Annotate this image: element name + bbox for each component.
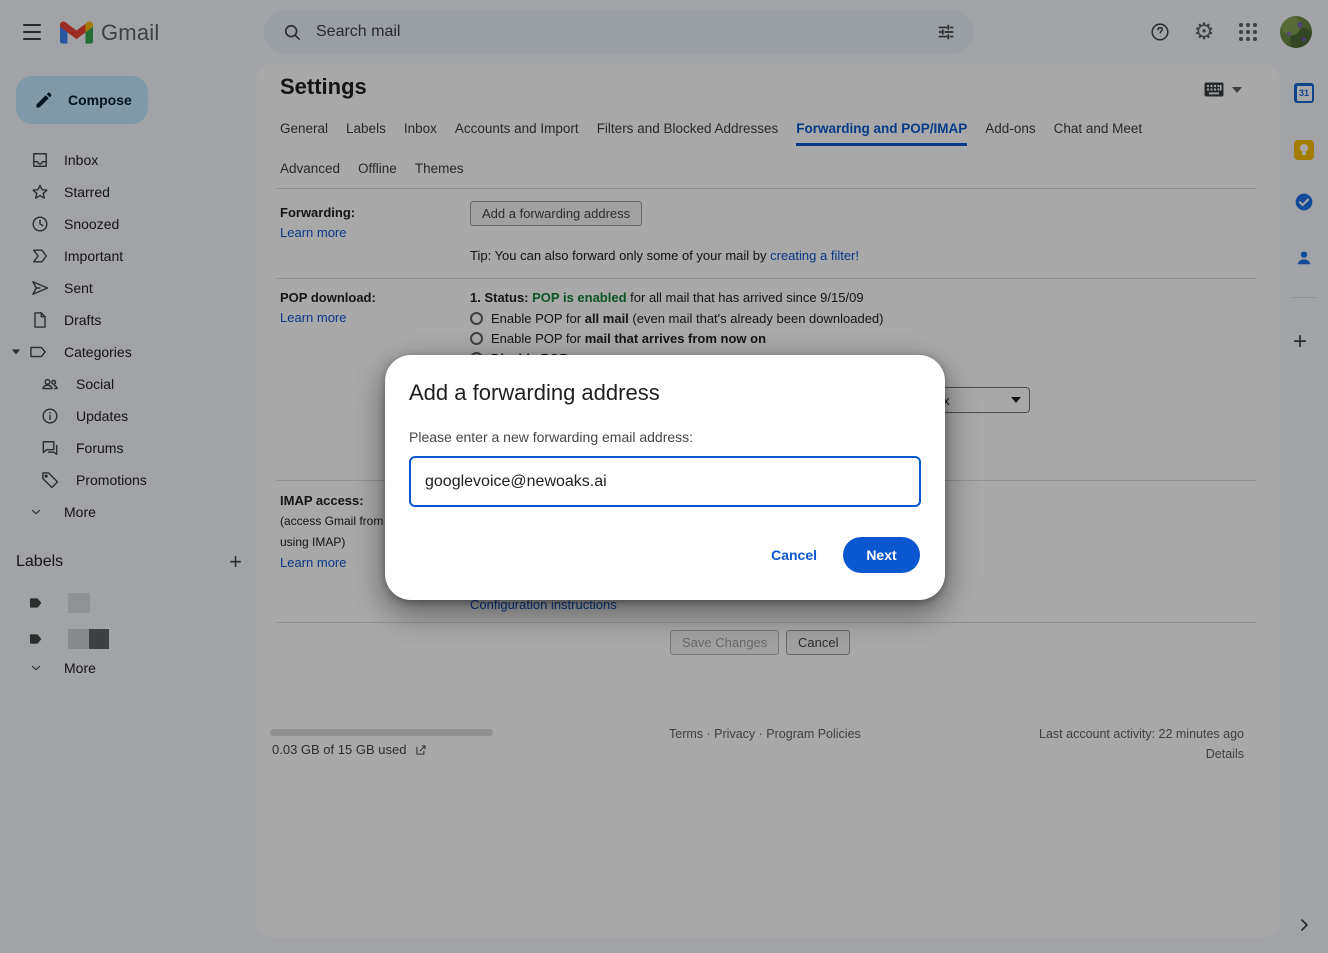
dialog-actions: Cancel Next <box>771 537 920 573</box>
add-forwarding-address-dialog: Add a forwarding address Please enter a … <box>385 355 945 600</box>
dialog-next-button[interactable]: Next <box>843 537 920 573</box>
dialog-prompt: Please enter a new forwarding email addr… <box>409 429 693 445</box>
dialog-title: Add a forwarding address <box>409 380 660 406</box>
forwarding-email-input[interactable] <box>409 456 921 507</box>
dialog-cancel-button[interactable]: Cancel <box>771 547 817 563</box>
